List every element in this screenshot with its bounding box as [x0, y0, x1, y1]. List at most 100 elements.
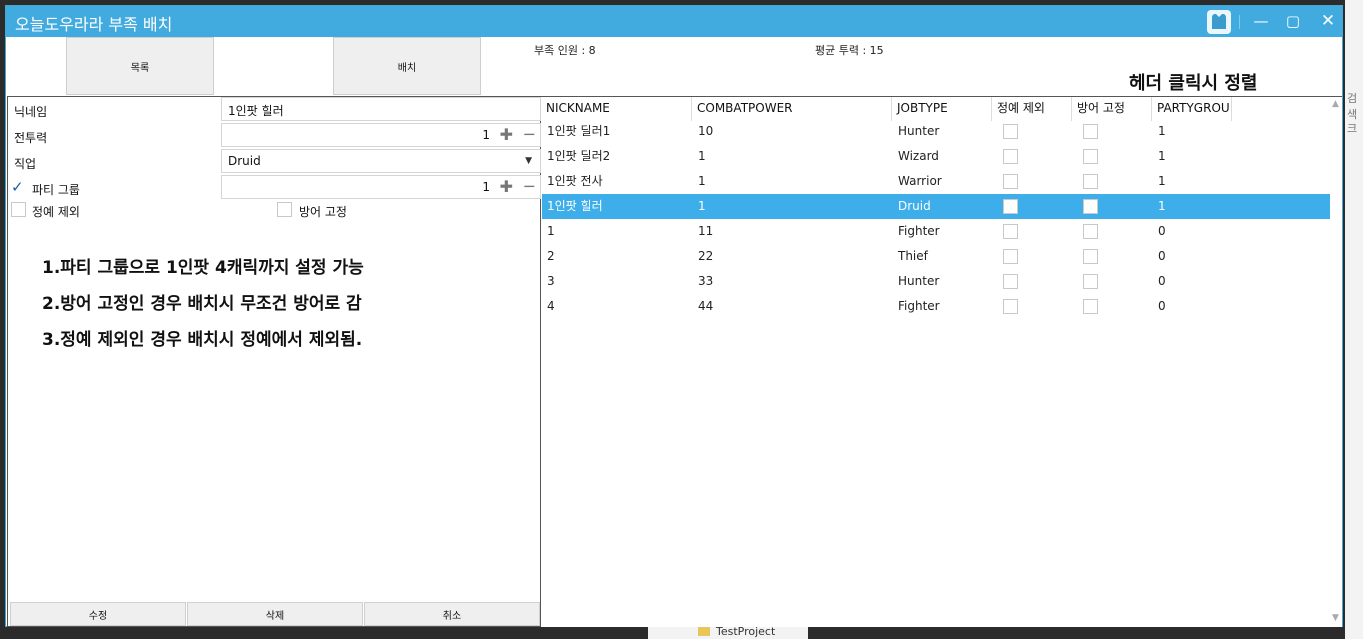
header-combatpower[interactable]: COMBATPOWER [692, 97, 892, 121]
cell-power: 1 [698, 174, 706, 188]
minus-icon[interactable]: ─ [524, 125, 534, 144]
scroll-down-icon[interactable]: ▼ [1332, 613, 1339, 623]
cell-exclude-checkbox[interactable] [1003, 274, 1018, 289]
cell-power: 10 [698, 124, 714, 138]
note-line: 3.정예 제외인 경우 배치시 정예에서 제외됨. [42, 330, 363, 350]
cell-nickname: 1 [547, 224, 555, 238]
cell-fixed-checkbox[interactable] [1083, 274, 1098, 289]
cell-fixed-checkbox[interactable] [1083, 124, 1098, 139]
github-icon[interactable] [1206, 9, 1232, 35]
cell-fixed-checkbox[interactable] [1083, 149, 1098, 164]
party-label: 파티 그룹 [32, 183, 80, 197]
table-row[interactable]: 2 22 Thief 0 [542, 244, 1330, 269]
cell-power: 11 [698, 224, 714, 238]
exclude-checkbox[interactable] [11, 202, 26, 217]
table-row[interactable]: 1인팟 딜러1 10 Hunter 1 [542, 119, 1330, 144]
cell-job: Hunter [898, 274, 940, 288]
cell-job: Wizard [898, 149, 939, 163]
power-value: 1 [482, 128, 490, 142]
list-button[interactable]: 목록 [66, 37, 214, 95]
note-line: 1.파티 그룹으로 1인팟 4캐릭까지 설정 가능 [42, 258, 364, 278]
plus-icon[interactable]: ✚ [500, 125, 513, 144]
header-nickname[interactable]: NICKNAME [541, 97, 692, 121]
cell-exclude-checkbox[interactable] [1003, 124, 1018, 139]
edit-panel: 닉네임 1인팟 힐러 전투력 1 ✚ ─ 직업 Druid ▼ ✓ 파티 그룹 … [7, 96, 541, 627]
cancel-button[interactable]: 취소 [364, 602, 540, 626]
cell-exclude-checkbox[interactable] [1003, 224, 1018, 239]
cell-nickname: 1인팟 딜러2 [547, 149, 611, 163]
job-label: 직업 [14, 157, 37, 171]
member-count: 부족 인원 : 8 [534, 44, 596, 57]
cell-nickname: 3 [547, 274, 555, 288]
party-stepper[interactable]: 1 ✚ ─ [221, 175, 541, 199]
usage-notes: 1.파티 그룹으로 1인팟 4캐릭까지 설정 가능 2.방어 고정인 경우 배치… [42, 253, 364, 361]
power-stepper[interactable]: 1 ✚ ─ [221, 123, 541, 147]
title-bar[interactable]: 오늘도우라라 부족 배치 — ▢ ✕ [6, 6, 1342, 37]
deploy-button[interactable]: 배치 [333, 37, 481, 95]
cell-fixed-checkbox[interactable] [1083, 174, 1098, 189]
average-power: 평균 투력 : 15 [815, 44, 884, 57]
edit-button[interactable]: 수정 [10, 602, 186, 626]
minus-icon[interactable]: ─ [524, 177, 534, 196]
exclude-label: 정예 제외 [32, 205, 80, 219]
header-fixed[interactable]: 방어 고정 [1072, 97, 1152, 121]
job-select[interactable]: Druid ▼ [221, 149, 541, 173]
cell-fixed-checkbox[interactable] [1083, 224, 1098, 239]
cell-job: Hunter [898, 124, 940, 138]
cell-party: 0 [1158, 274, 1166, 288]
cell-fixed-checkbox[interactable] [1083, 199, 1098, 214]
cell-party: 0 [1158, 249, 1166, 263]
cell-nickname: 4 [547, 299, 555, 313]
maximize-icon[interactable]: ▢ [1280, 10, 1306, 32]
cell-exclude-checkbox[interactable] [1003, 249, 1018, 264]
table-row[interactable]: 1 11 Fighter 0 [542, 219, 1330, 244]
close-icon[interactable]: ✕ [1315, 10, 1341, 32]
job-value: Druid [228, 154, 261, 168]
header-partygroup[interactable]: PARTYGROU [1152, 97, 1232, 121]
power-label: 전투력 [14, 131, 48, 145]
fixed-checkbox[interactable] [277, 202, 292, 217]
header-exclude[interactable]: 정예 제외 [992, 97, 1072, 121]
cell-power: 33 [698, 274, 714, 288]
cell-exclude-checkbox[interactable] [1003, 199, 1018, 214]
cell-job: Fighter [898, 299, 940, 313]
chevron-down-icon[interactable]: ▼ [525, 156, 532, 166]
cell-power: 22 [698, 249, 714, 263]
cell-party: 1 [1158, 149, 1166, 163]
cell-power: 44 [698, 299, 714, 313]
background-window-edge: 검색 크 [1345, 0, 1363, 639]
cell-exclude-checkbox[interactable] [1003, 149, 1018, 164]
table-row[interactable]: 1인팟 힐러 1 Druid 1 [542, 194, 1330, 219]
cell-job: Warrior [898, 174, 942, 188]
cell-exclude-checkbox[interactable] [1003, 174, 1018, 189]
grid-header: NICKNAME COMBATPOWER JOBTYPE 정예 제외 방어 고정… [541, 97, 1331, 121]
minimize-icon[interactable]: — [1248, 10, 1274, 32]
background-text: 크 [1347, 122, 1358, 135]
cell-party: 0 [1158, 224, 1166, 238]
cell-fixed-checkbox[interactable] [1083, 299, 1098, 314]
table-row[interactable]: 4 44 Fighter 0 [542, 294, 1330, 319]
cell-party: 1 [1158, 199, 1166, 213]
member-grid: NICKNAME COMBATPOWER JOBTYPE 정예 제외 방어 고정… [541, 96, 1342, 627]
cell-fixed-checkbox[interactable] [1083, 249, 1098, 264]
cell-job: Fighter [898, 224, 940, 238]
scroll-up-icon[interactable]: ▲ [1332, 99, 1339, 109]
cell-party: 1 [1158, 174, 1166, 188]
nickname-label: 닉네임 [14, 105, 48, 119]
nickname-field[interactable]: 1인팟 힐러 [221, 97, 541, 121]
party-checkbox[interactable]: ✓ [11, 180, 26, 195]
folder-icon [698, 627, 710, 636]
header-jobtype[interactable]: JOBTYPE [892, 97, 992, 121]
delete-button[interactable]: 삭제 [187, 602, 363, 626]
cell-exclude-checkbox[interactable] [1003, 299, 1018, 314]
cell-nickname: 2 [547, 249, 555, 263]
cell-nickname: 1인팟 힐러 [547, 199, 603, 213]
plus-icon[interactable]: ✚ [500, 177, 513, 196]
party-value: 1 [482, 180, 490, 194]
table-row[interactable]: 1인팟 전사 1 Warrior 1 [542, 169, 1330, 194]
cell-power: 1 [698, 149, 706, 163]
fixed-label: 방어 고정 [299, 205, 347, 219]
background-text: 검색 [1347, 92, 1358, 121]
table-row[interactable]: 1인팟 딜러2 1 Wizard 1 [542, 144, 1330, 169]
table-row[interactable]: 3 33 Hunter 0 [542, 269, 1330, 294]
